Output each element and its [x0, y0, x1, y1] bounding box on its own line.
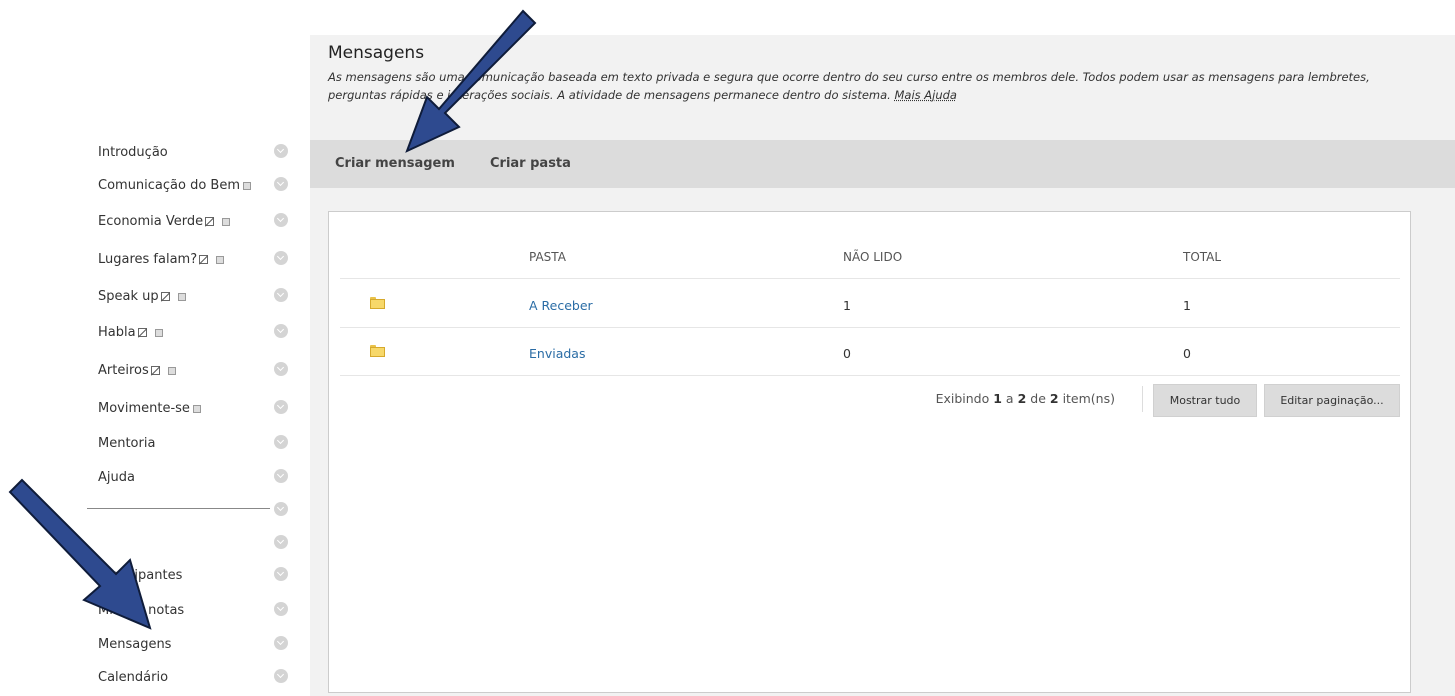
folder-name-link[interactable]: A Receber	[529, 298, 593, 313]
menu-item-label: Calendário	[98, 670, 169, 685]
menu-item-label: Arteiros	[98, 363, 149, 378]
chevron-down-icon[interactable]	[274, 177, 288, 191]
pager-text: item(ns)	[1062, 391, 1115, 406]
pager-divider	[1142, 386, 1143, 412]
calendar-mark-icon	[222, 217, 231, 226]
hidden-mark-icon	[205, 217, 215, 226]
menu-item-lugares-falam[interactable]: Lugares falam?	[98, 249, 298, 275]
hidden-mark-icon	[150, 366, 160, 375]
hidden-mark-icon	[160, 292, 170, 301]
menu-item-calendario[interactable]: Calendário	[98, 667, 298, 693]
row-divider	[340, 278, 1400, 279]
chevron-down-icon[interactable]	[274, 435, 288, 449]
show-all-button[interactable]: Mostrar tudo	[1153, 384, 1257, 417]
pager-text: Exibindo	[935, 391, 990, 406]
row-divider	[340, 327, 1400, 328]
calendar-mark-icon	[216, 255, 225, 264]
create-folder-button[interactable]: Criar pasta	[490, 156, 571, 171]
course-menu: Introdução Comunicação do Bem Economia V…	[0, 0, 300, 696]
menu-divider	[87, 508, 270, 509]
chevron-down-icon[interactable]	[274, 602, 288, 616]
folder-list-panel: PASTA NÃO LIDO TOTAL A Receber 1 1 Envia…	[328, 211, 1411, 693]
calendar-mark-icon	[177, 292, 186, 301]
chevron-down-icon[interactable]	[274, 288, 288, 302]
unread-count: 1	[843, 298, 851, 313]
chevron-down-icon[interactable]	[274, 144, 288, 158]
pager-from: 1	[993, 391, 1002, 406]
calendar-mark-icon	[154, 328, 163, 337]
total-count: 1	[1183, 298, 1191, 313]
content-area: Mensagens As mensagens são uma comunicaç…	[310, 35, 1455, 696]
column-header-unread[interactable]: NÃO LIDO	[843, 250, 902, 264]
menu-item-comunicacao[interactable]: Comunicação do Bem	[98, 175, 298, 201]
menu-item-label: Movimente-se	[98, 401, 190, 416]
chevron-down-icon[interactable]	[274, 669, 288, 683]
pager-to: 2	[1017, 391, 1027, 406]
chevron-down-icon[interactable]	[274, 567, 288, 581]
menu-item-label: Minhas notas	[98, 603, 185, 618]
page-description: As mensagens são uma comunicação baseada…	[328, 68, 1428, 104]
menu-item-label: Mensagens	[98, 637, 172, 652]
chevron-down-icon[interactable]	[274, 362, 288, 376]
description-text: As mensagens são uma comunicação baseada…	[328, 70, 1370, 102]
chevron-down-icon[interactable]	[274, 502, 288, 516]
pager-text: de	[1030, 391, 1046, 406]
column-header-folder[interactable]: PASTA	[529, 250, 566, 264]
hidden-mark-icon	[137, 328, 147, 337]
menu-item-mensagens[interactable]: Mensagens	[98, 634, 298, 660]
menu-item-economia-verde[interactable]: Economia Verde	[98, 211, 298, 237]
edit-pagination-button[interactable]: Editar paginação...	[1264, 384, 1400, 417]
menu-item-introducao[interactable]: Introdução	[98, 142, 298, 168]
menu-item-label: Comunicação do Bem	[98, 178, 241, 193]
total-count: 0	[1183, 346, 1191, 361]
page-title: Mensagens	[328, 43, 425, 63]
menu-item-label: Economia Verde	[98, 214, 204, 229]
chevron-down-icon[interactable]	[274, 213, 288, 227]
chevron-down-icon[interactable]	[274, 251, 288, 265]
menu-item-label: Habla	[98, 325, 136, 340]
calendar-mark-icon	[192, 404, 201, 413]
menu-item-speak-up[interactable]: Speak up	[98, 286, 298, 312]
calendar-mark-icon	[243, 181, 252, 190]
action-bar: Criar mensagem Criar pasta	[310, 140, 1455, 188]
pager-count: 2	[1049, 391, 1059, 406]
menu-item-participantes[interactable]: Participantes	[98, 565, 298, 591]
menu-item-label: Speak up	[98, 289, 159, 304]
help-link[interactable]: Mais Ajuda	[894, 88, 957, 102]
pagination-summary: Exibindo 1 a 2 de 2 item(ns)	[936, 391, 1115, 406]
chevron-down-icon[interactable]	[274, 636, 288, 650]
menu-item-ajuda[interactable]: Ajuda	[98, 467, 298, 493]
menu-item-arteiros[interactable]: Arteiros	[98, 360, 298, 386]
menu-item-mentoria[interactable]: Mentoria	[98, 433, 298, 459]
menu-item-minhas-notas[interactable]: Minhas notas	[98, 600, 298, 626]
pager-text: a	[1005, 391, 1014, 406]
folder-icon	[370, 297, 385, 309]
unread-count: 0	[843, 346, 851, 361]
hidden-mark-icon	[199, 255, 209, 264]
chevron-down-icon[interactable]	[274, 469, 288, 483]
calendar-mark-icon	[167, 366, 176, 375]
chevron-down-icon[interactable]	[274, 324, 288, 338]
folder-icon	[370, 345, 385, 357]
menu-item-label: Participantes	[98, 568, 183, 583]
chevron-down-icon[interactable]	[274, 400, 288, 414]
menu-item-label: Mentoria	[98, 436, 156, 451]
chevron-down-icon[interactable]	[274, 535, 288, 549]
folder-name-link[interactable]: Enviadas	[529, 346, 585, 361]
create-message-button[interactable]: Criar mensagem	[335, 156, 455, 171]
menu-item-label: Lugares falam?	[98, 252, 198, 267]
menu-item-habla[interactable]: Habla	[98, 322, 298, 348]
menu-item-movimente-se[interactable]: Movimente-se	[98, 398, 298, 424]
row-divider	[340, 375, 1400, 376]
column-header-total[interactable]: TOTAL	[1183, 250, 1221, 264]
menu-item-label: Introdução	[98, 145, 168, 160]
menu-item-label: Ajuda	[98, 470, 135, 485]
